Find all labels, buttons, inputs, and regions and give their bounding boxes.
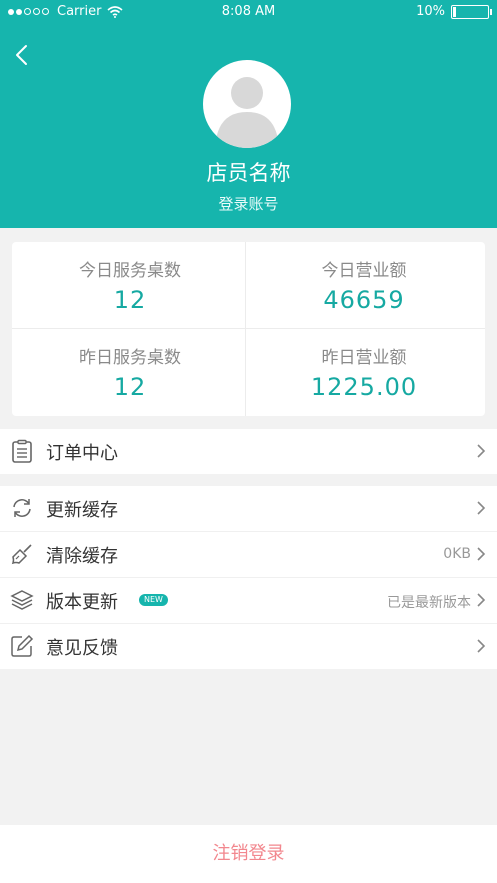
stat-yesterday-tables: 昨日服务桌数 12 [12,329,248,416]
status-bar: Carrier 8:08 AM 10% [0,0,497,24]
menu-group-settings: 更新缓存 清除缓存 0KB 版本更新 NEW 已是最新版本 意见反馈 [0,486,497,669]
stat-label: 昨日服务桌数 [79,348,181,368]
logout-button[interactable]: 注销登录 [0,825,497,883]
profile-header: Carrier 8:08 AM 10% 店员名称 登录账号 [0,0,497,228]
stat-value: 46659 [323,286,405,314]
stat-today-tables: 今日服务桌数 12 [12,242,248,329]
chevron-right-icon [477,639,486,653]
user-avatar-icon[interactable] [203,60,291,148]
stat-value: 12 [113,286,147,314]
chevron-right-icon [477,444,486,458]
stat-value: 12 [113,373,147,401]
divider [12,328,485,329]
menu-group-orders: 订单中心 [0,429,497,474]
battery-percent: 10% [416,4,445,19]
stat-value: 1225.00 [310,373,418,401]
chevron-left-icon[interactable] [12,40,36,70]
chevron-right-icon [477,501,486,515]
menu-item-label: 订单中心 [46,443,118,464]
menu-item-version[interactable]: 版本更新 NEW 已是最新版本 [0,578,497,624]
menu-item-feedback[interactable]: 意见反馈 [0,624,497,669]
chevron-right-icon [477,593,486,607]
stat-label: 今日营业额 [321,261,407,281]
clipboard-icon [12,439,32,463]
refresh-icon [13,499,31,517]
version-status: 已是最新版本 [387,595,471,611]
stat-label: 昨日营业额 [321,348,407,368]
stat-yesterday-revenue: 昨日营业额 1225.00 [246,329,482,416]
menu-item-clear-cache[interactable]: 清除缓存 0KB [0,532,497,578]
edit-icon [11,634,34,657]
menu-item-label: 清除缓存 [46,546,118,567]
battery-icon [451,4,492,19]
login-account: 登录账号 [218,195,279,213]
stat-today-revenue: 今日营业额 46659 [246,242,482,329]
stat-label: 今日服务桌数 [79,261,181,281]
chevron-right-icon [477,547,486,561]
brush-icon [11,544,32,565]
menu-item-label: 版本更新 [46,592,118,613]
menu-item-label: 意见反馈 [46,638,118,659]
menu-item-orders[interactable]: 订单中心 [0,429,497,474]
status-bar-right: 10% [416,4,492,19]
new-badge: NEW [139,594,168,606]
staff-name: 店员名称 [206,161,291,185]
cache-size: 0KB [443,546,471,562]
divider [245,242,246,416]
layers-icon [10,590,34,610]
stats-card: 今日服务桌数 12 今日营业额 46659 昨日服务桌数 12 昨日营业额 12… [12,242,485,416]
menu-item-label: 更新缓存 [46,500,118,521]
menu-item-refresh-cache[interactable]: 更新缓存 [0,486,497,532]
